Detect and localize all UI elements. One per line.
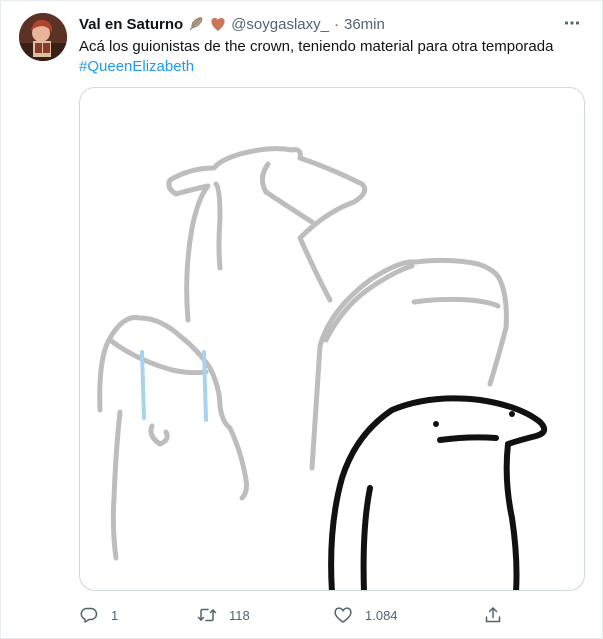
more-options-icon[interactable]: [560, 13, 584, 33]
retweet-count: 118: [229, 607, 250, 623]
retweet-button[interactable]: 118: [197, 605, 250, 625]
separator-dot: ·: [333, 15, 339, 33]
author-handle[interactable]: @soygaslaxy_: [231, 16, 329, 33]
meme-drawing: [97, 146, 548, 590]
share-button[interactable]: [483, 605, 503, 625]
tweet-media-image[interactable]: [79, 87, 585, 591]
tweet-actions: 1 118 1.084: [79, 601, 509, 629]
tweet-body: Acá los guionistas de the crown, teniend…: [79, 38, 554, 55]
avatar[interactable]: [19, 13, 67, 61]
heart-icon: [333, 605, 353, 625]
tweet-timestamp[interactable]: 36min: [344, 16, 385, 33]
reply-icon: [79, 605, 99, 625]
like-button[interactable]: 1.084: [333, 605, 398, 625]
avatar-image: [19, 13, 67, 61]
tweet-header: Val en Saturno @soygaslaxy_ · 36min: [79, 14, 385, 34]
hashtag-link[interactable]: #QueenElizabeth: [79, 58, 194, 75]
reply-count: 1: [111, 607, 119, 623]
reply-button[interactable]: 1: [79, 605, 118, 625]
display-name[interactable]: Val en Saturno: [79, 16, 183, 33]
like-count: 1.084: [365, 607, 398, 623]
tweet-text: Acá los guionistas de the crown, teniend…: [79, 37, 584, 77]
heart-emoji-icon: [209, 15, 227, 33]
share-icon: [483, 605, 503, 625]
feather-emoji-icon: [187, 15, 205, 33]
tweet[interactable]: Val en Saturno @soygaslaxy_ · 36min Acá …: [0, 0, 603, 639]
retweet-icon: [197, 605, 217, 625]
